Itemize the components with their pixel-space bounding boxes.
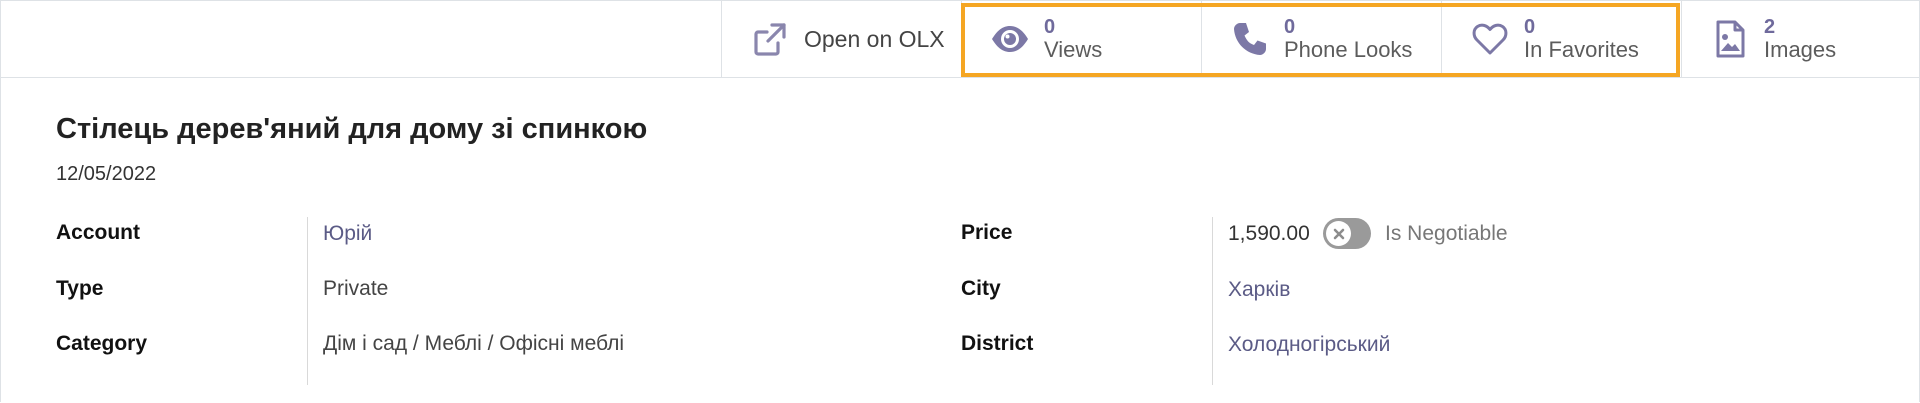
views-count: 0 [1044,15,1056,38]
image-file-icon [1708,17,1752,61]
phone-looks-button[interactable]: 0 Phone Looks [1201,1,1441,77]
record-title: Стілець дерев'яний для дому зі спинкою [56,113,648,145]
city-value[interactable]: Харків [1228,278,1290,302]
toggle-x-icon [1326,221,1351,246]
is-negotiable-label: Is Negotiable [1385,222,1508,245]
views-button[interactable]: 0 Views [961,1,1201,77]
is-negotiable-toggle[interactable] [1323,218,1371,249]
images-label: Images [1764,36,1837,62]
category-label: Category [56,332,148,355]
open-on-olx-button[interactable]: Open on OLX [721,1,961,77]
form-view: Open on OLX 0 Views 0 Phone Looks 0 In F… [0,0,1920,402]
category-value: Дім і сад / Меблі / Офісні меблі [323,332,625,355]
account-label: Account [56,221,140,244]
phone-icon [1228,17,1272,61]
in-favorites-label: In Favorites [1524,36,1639,62]
price-label: Price [961,221,1013,244]
phone-looks-label: Phone Looks [1284,36,1413,62]
district-value[interactable]: Холодногірський [1228,333,1390,357]
external-link-icon [748,17,792,61]
city-label: City [961,277,1001,300]
button-box: Open on OLX 0 Views 0 Phone Looks 0 In F… [1,1,1919,78]
district-label: District [961,332,1034,355]
in-favorites-count: 0 [1524,15,1536,38]
phone-looks-count: 0 [1284,15,1296,38]
images-button[interactable]: 2 Images [1681,1,1919,77]
type-value: Private [323,277,389,300]
in-favorites-button[interactable]: 0 In Favorites [1441,1,1681,77]
record-date: 12/05/2022 [56,163,157,185]
account-value[interactable]: Юрій [323,222,372,246]
heart-icon [1468,17,1512,61]
right-group-divider [1212,217,1213,385]
price-value: 1,590.00 [1228,222,1310,245]
eye-icon [988,17,1032,61]
type-label: Type [56,277,104,300]
open-on-olx-label: Open on OLX [804,25,945,52]
views-label: Views [1044,36,1103,62]
left-group-divider [307,217,308,385]
images-count: 2 [1764,15,1776,38]
